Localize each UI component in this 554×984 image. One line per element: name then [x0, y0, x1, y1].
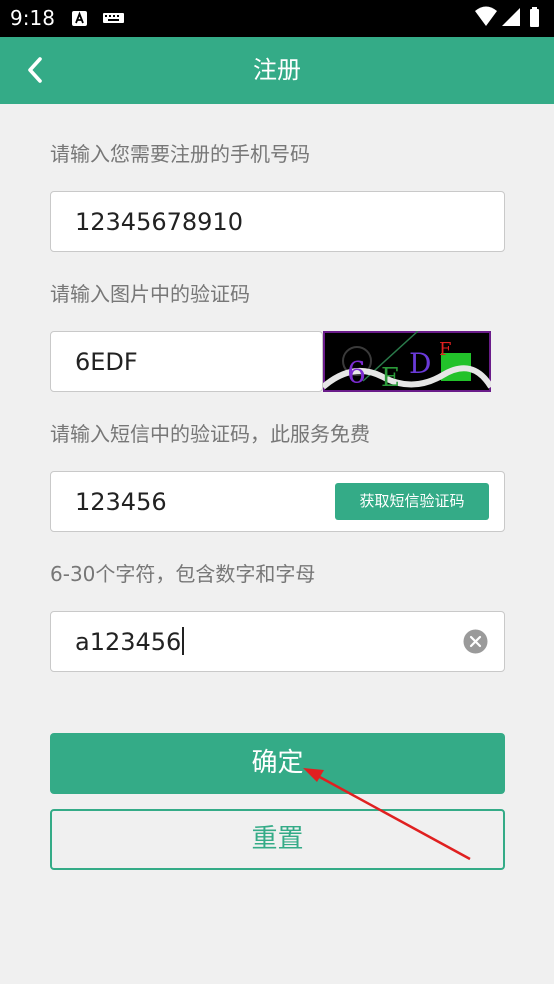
phone-input[interactable]: 12345678910	[50, 191, 505, 252]
back-button[interactable]	[14, 49, 56, 91]
password-value: a123456	[75, 628, 182, 656]
password-label: 6-30个字符，包含数字和字母	[50, 562, 316, 586]
reset-button[interactable]: 重置	[50, 809, 505, 870]
a-notification-icon	[72, 11, 87, 26]
wifi-icon	[475, 6, 497, 26]
page-title: 注册	[253, 56, 301, 84]
svg-text:D: D	[409, 347, 431, 380]
svg-text:E: E	[381, 363, 400, 392]
clear-icon[interactable]	[463, 629, 488, 654]
phone-label: 请输入您需要注册的手机号码	[50, 142, 310, 166]
captcha-image[interactable]: 6 E D F	[323, 331, 491, 392]
svg-text:F: F	[439, 339, 452, 360]
get-sms-code-button[interactable]: 获取短信验证码	[335, 483, 489, 520]
keyboard-icon	[103, 13, 124, 23]
confirm-button[interactable]: 确定	[50, 733, 505, 794]
status-bar: 9:18	[0, 0, 554, 37]
signal-icon	[502, 8, 520, 26]
app-bar: 注册	[0, 37, 554, 104]
phone-value: 12345678910	[75, 208, 243, 236]
sms-code-value: 123456	[75, 488, 167, 516]
chevron-left-icon	[28, 57, 42, 83]
battery-icon	[530, 7, 539, 27]
password-input[interactable]: a123456	[50, 611, 505, 672]
captcha-input[interactable]: 6EDF	[50, 331, 323, 392]
captcha-label: 请输入图片中的验证码	[50, 282, 250, 306]
text-cursor	[182, 627, 185, 655]
svg-text:6: 6	[347, 356, 366, 391]
captcha-value: 6EDF	[75, 348, 138, 376]
status-time: 9:18	[10, 6, 55, 30]
password-value-wrap: a123456	[75, 613, 185, 671]
sms-label: 请输入短信中的验证码，此服务免费	[50, 422, 370, 446]
